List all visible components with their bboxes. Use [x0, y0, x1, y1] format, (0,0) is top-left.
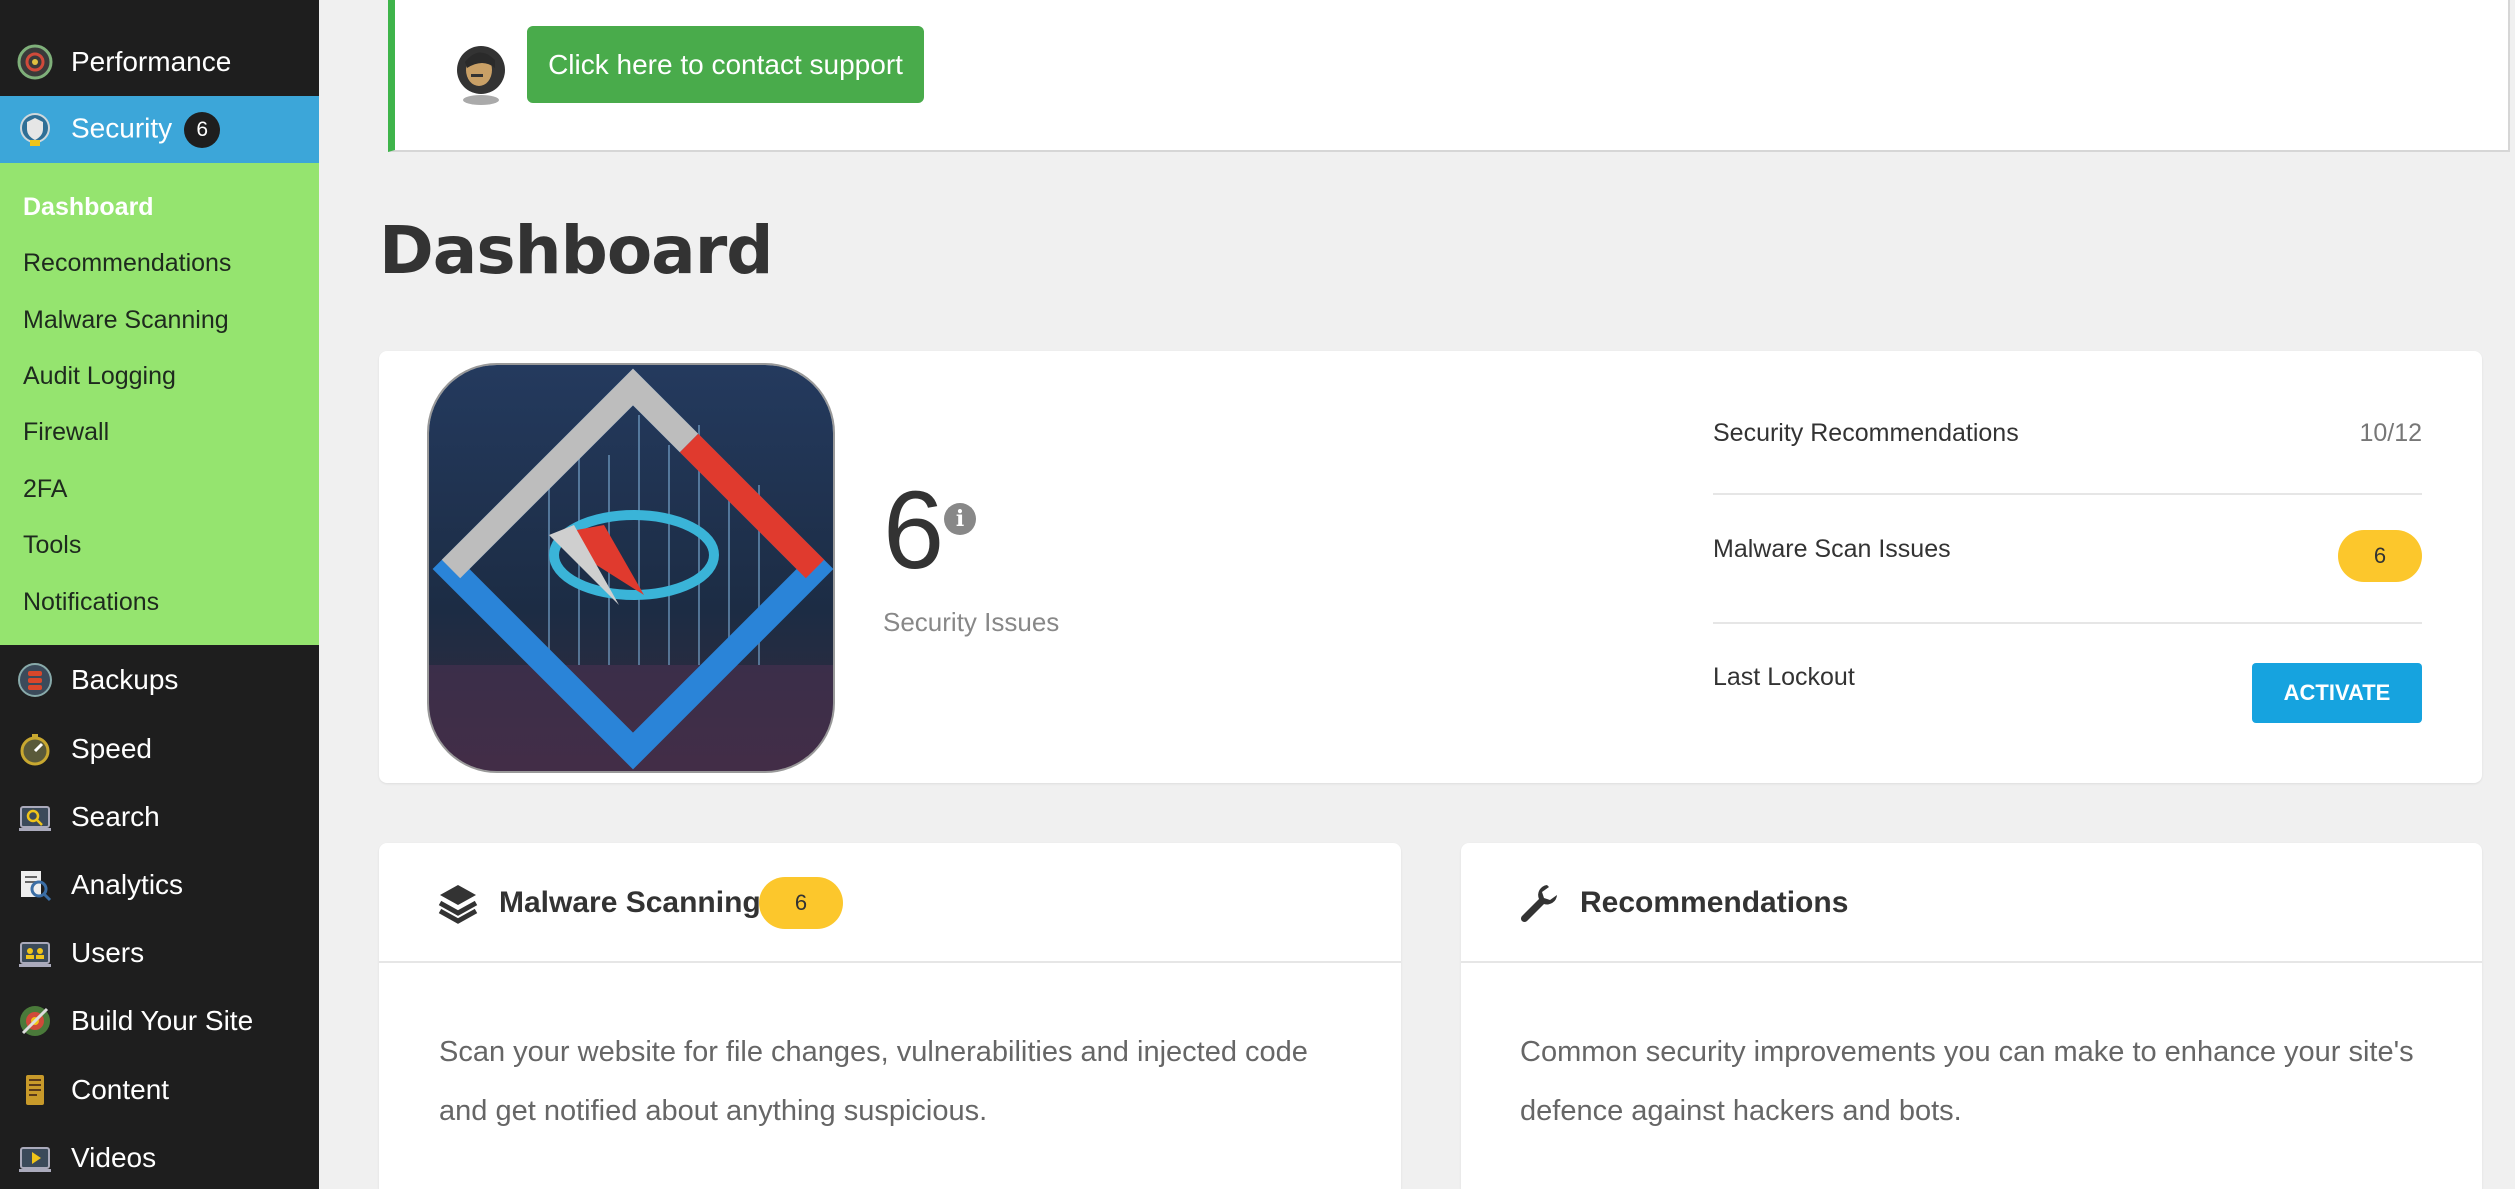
card-title: Malware Scanning	[499, 886, 761, 919]
submenu-2fa[interactable]: 2FA	[23, 475, 67, 504]
sidebar-item-label: Security	[71, 112, 173, 144]
security-summary-card: 6 i Security Issues Security Recommendat…	[379, 351, 2482, 783]
submenu-notifications[interactable]: Notifications	[23, 588, 159, 617]
submenu-audit-logging[interactable]: Audit Logging	[23, 362, 176, 391]
description-line: and get notified about anything suspicio…	[439, 1095, 988, 1127]
stat-label: Security Recommendations	[1713, 419, 2019, 447]
sidebar-item-label: Users	[71, 937, 145, 968]
sidebar-item-performance[interactable]: Performance	[0, 28, 319, 96]
content-icon	[17, 1072, 53, 1108]
stat-label: Malware Scan Issues	[1713, 535, 1951, 563]
sidebar-item-users[interactable]: Users	[0, 919, 319, 987]
stat-row-recommendations: Security Recommendations 10/12	[1713, 351, 2422, 481]
sidebar-item-build-your-site[interactable]: Build Your Site	[0, 987, 319, 1055]
analytics-icon	[17, 867, 53, 903]
card-header: Recommendations	[1461, 843, 2482, 963]
sidebar-item-label: Performance	[71, 46, 232, 77]
sidebar-item-label: Backups	[71, 664, 179, 695]
sidebar-item-label: Videos	[71, 1142, 157, 1173]
submenu-firewall[interactable]: Firewall	[23, 418, 109, 447]
security-icon	[17, 112, 53, 148]
sidebar-item-label: Analytics	[71, 869, 184, 900]
submenu-recommendations[interactable]: Recommendations	[23, 249, 231, 278]
sidebar-item-speed[interactable]: Speed	[0, 715, 319, 783]
malware-count-badge: 6	[759, 877, 843, 929]
sidebar: Performance Security 6 Dashboard Recommen…	[0, 0, 319, 1189]
submenu-tools[interactable]: Tools	[23, 531, 81, 560]
sidebar-item-videos[interactable]: Videos	[0, 1124, 319, 1189]
submenu-malware-scanning[interactable]: Malware Scanning	[23, 306, 229, 335]
performance-icon	[17, 44, 53, 80]
security-submenu: Dashboard Recommendations Malware Scanni…	[0, 163, 319, 645]
sidebar-item-analytics[interactable]: Analytics	[0, 851, 319, 919]
security-shield-logo	[427, 363, 835, 773]
description-line: defence against hackers and bots.	[1520, 1095, 1962, 1127]
malware-scanning-card: Malware Scanning 6 Scan your website for…	[379, 843, 1401, 1189]
sidebar-item-search[interactable]: Search	[0, 783, 319, 851]
description-line: Common security improvements you can mak…	[1520, 1036, 2414, 1068]
videos-icon	[17, 1140, 53, 1176]
sidebar-item-label: Build Your Site	[71, 1005, 254, 1036]
backups-icon	[17, 662, 53, 698]
sidebar-item-label: Content	[71, 1074, 170, 1105]
card-title: Recommendations	[1580, 886, 1849, 919]
build-site-icon	[17, 1003, 53, 1039]
info-icon[interactable]: i	[944, 503, 976, 535]
wrench-icon	[1517, 881, 1561, 925]
card-description: Scan your website for file changes, vuln…	[439, 1023, 1308, 1141]
card-description: Common security improvements you can mak…	[1520, 1023, 2414, 1141]
security-count-badge: 6	[184, 112, 221, 148]
users-icon	[17, 935, 53, 971]
sidebar-item-label: Speed	[71, 733, 152, 764]
stat-value: 10/12	[2359, 419, 2422, 447]
card-header: Malware Scanning 6	[379, 843, 1401, 963]
description-line: Scan your website for file changes, vuln…	[439, 1036, 1308, 1068]
security-issues-label: Security Issues	[883, 607, 1060, 637]
sidebar-item-content[interactable]: Content	[0, 1056, 319, 1124]
activate-button[interactable]: ACTIVATE	[2252, 663, 2422, 723]
security-issues-count: 6	[883, 469, 945, 592]
speed-icon	[17, 731, 53, 767]
malware-issues-badge: 6	[2338, 530, 2422, 582]
stat-row-last-lockout: Last Lockout ACTIVATE	[1713, 623, 2422, 753]
support-notice: Click here to contact support	[388, 0, 2510, 152]
sidebar-item-backups[interactable]: Backups	[0, 646, 319, 714]
sidebar-item-security[interactable]: Security 6	[0, 96, 319, 164]
stat-row-malware-issues: Malware Scan Issues 6	[1713, 494, 2422, 624]
recommendations-card: Recommendations Common security improvem…	[1461, 843, 2482, 1189]
contact-support-button[interactable]: Click here to contact support	[527, 26, 924, 103]
submenu-dashboard[interactable]: Dashboard	[23, 193, 154, 222]
support-avatar-icon	[455, 38, 507, 106]
page-title: Dashboard	[379, 212, 774, 289]
stat-label: Last Lockout	[1713, 663, 1855, 691]
search-icon	[17, 799, 53, 835]
sidebar-item-label: Search	[71, 801, 160, 832]
layers-icon	[436, 881, 480, 925]
